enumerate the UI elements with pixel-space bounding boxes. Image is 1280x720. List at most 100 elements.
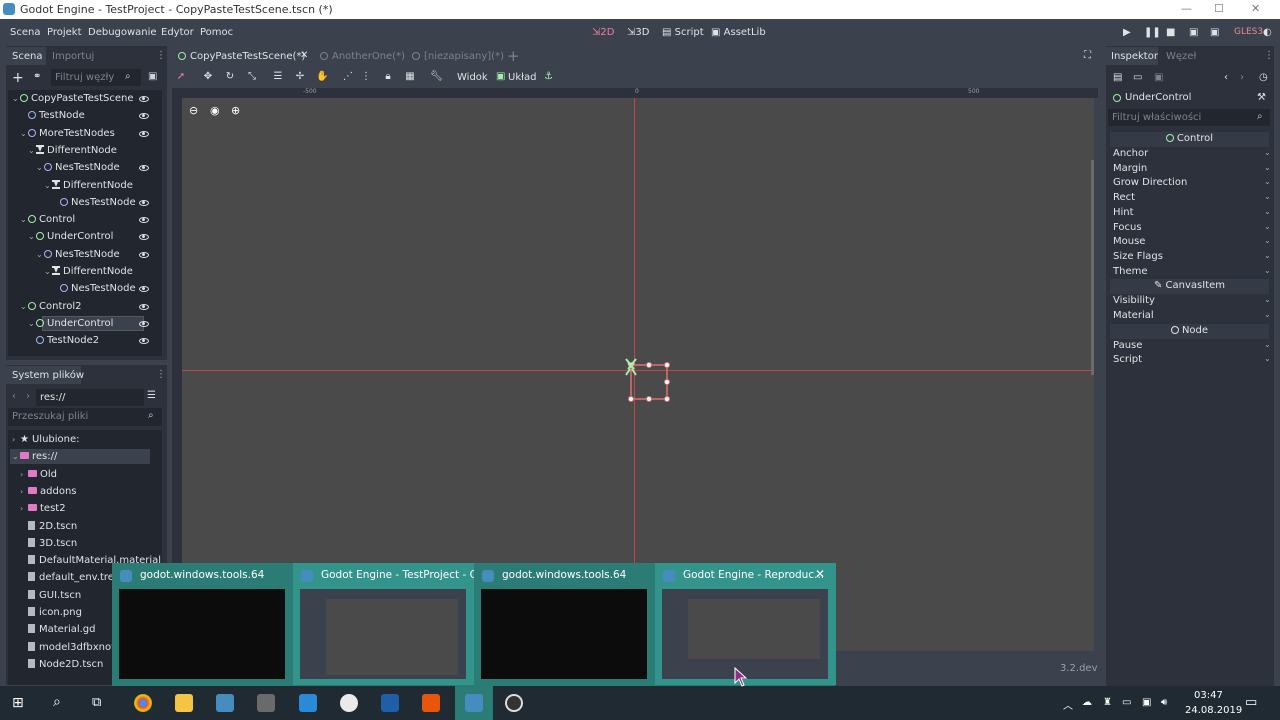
visibility-eye-icon[interactable]: [139, 303, 149, 310]
notifications-icon[interactable]: ▭: [1245, 695, 1257, 710]
new-tab-icon[interactable]: +: [507, 47, 520, 65]
inspector-property-group[interactable]: Focus ⌄: [1113, 222, 1271, 236]
add-node-icon[interactable]: +: [12, 70, 24, 86]
scene-tree-item[interactable]: TestNode2: [28, 335, 99, 352]
fs-item[interactable]: Node2D.tscn: [20, 658, 103, 676]
stop-icon[interactable]: ■: [1166, 27, 1175, 38]
inspector-property-group[interactable]: Pause ⌄: [1113, 340, 1271, 354]
expand-arrow-icon[interactable]: ›: [20, 504, 28, 513]
play-icon[interactable]: ▶: [1123, 27, 1131, 38]
mode-assetlib-button[interactable]: ▣ AssetLib: [711, 27, 766, 38]
expand-arrow-icon[interactable]: ⌄: [44, 181, 52, 190]
view-menu[interactable]: Widok: [457, 72, 488, 83]
distraction-free-icon[interactable]: ⛶: [1084, 50, 1091, 61]
inspector-property-group[interactable]: Size Flags ⌄: [1113, 251, 1271, 265]
back-icon[interactable]: ‹: [12, 391, 16, 402]
fs-item[interactable]: default_env.tres: [20, 572, 119, 589]
expand-arrow-icon[interactable]: ⌄: [28, 319, 36, 328]
fs-item[interactable]: ⌄ res://: [12, 451, 57, 468]
zoom-out-icon[interactable]: ⊖: [189, 104, 198, 117]
inspector-property-group[interactable]: Mouse ⌄: [1113, 236, 1271, 250]
mode-script-button[interactable]: ▤ Script: [662, 27, 704, 38]
fs-item[interactable]: 2D.tscn: [20, 520, 77, 538]
editor-tab-anotherone[interactable]: AnotherOne(*): [332, 51, 405, 62]
expand-arrow-icon[interactable]: ⌄: [20, 129, 28, 138]
menu-scene[interactable]: Scena: [10, 27, 40, 38]
dock-menu-icon[interactable]: ⋮: [156, 50, 166, 61]
screenshot-tool-icon[interactable]: [257, 694, 275, 712]
inspector-category[interactable]: ✎ CanvasItem: [1110, 279, 1269, 295]
task-view-icon[interactable]: ⧉: [92, 695, 101, 710]
volume-icon[interactable]: 🔊︎: [1161, 697, 1167, 708]
split-view-icon[interactable]: ☰: [147, 390, 156, 401]
pivot-icon[interactable]: ✢: [294, 71, 306, 83]
mode-3d-button[interactable]: ⇲3D: [627, 27, 649, 38]
expand-arrow-icon[interactable]: ›: [20, 470, 28, 479]
expand-arrow-icon[interactable]: ⌄: [12, 452, 20, 461]
expand-arrow-icon[interactable]: ⌄: [36, 250, 44, 259]
tab-scene[interactable]: Scena: [12, 51, 42, 62]
clock-time[interactable]: 03:47: [1194, 690, 1223, 701]
battery-icon[interactable]: ▭: [1122, 697, 1131, 708]
layout-menu[interactable]: Układ: [508, 72, 536, 83]
scene-tree-item[interactable]: ⌄ NesTestNode: [36, 249, 120, 266]
scene-tree-item[interactable]: NesTestNode: [52, 197, 136, 214]
search-icon[interactable]: ⌕: [53, 694, 61, 710]
node-filter-input[interactable]: Filtruj węzły ⌕: [51, 69, 141, 86]
maximize-icon[interactable]: ☐: [1214, 2, 1224, 15]
inspector-property-group[interactable]: Theme ⌄: [1113, 266, 1271, 280]
tab-inspector[interactable]: Inspektor: [1111, 51, 1158, 62]
zoom-reset-icon[interactable]: ◉: [210, 104, 220, 117]
snap-icon[interactable]: ⋰: [342, 71, 354, 83]
new-resource-icon[interactable]: ▤: [1113, 72, 1122, 83]
expand-arrow-icon[interactable]: ⌄: [20, 302, 28, 311]
history-forward-icon[interactable]: ›: [1240, 72, 1244, 83]
tray-icon-2[interactable]: ♜: [1103, 697, 1112, 708]
inspector-property-group[interactable]: Hint ⌄: [1113, 207, 1271, 221]
network-icon[interactable]: ▣: [1142, 697, 1151, 708]
fs-menu-icon[interactable]: ⋮: [156, 369, 166, 380]
tab-import[interactable]: Importuj: [52, 51, 94, 62]
inspector-property-group[interactable]: Material ⌄: [1113, 310, 1271, 324]
godot-icon[interactable]: [216, 694, 234, 712]
inspector-menu-icon[interactable]: ⋮: [1264, 50, 1274, 61]
snap-menu-icon[interactable]: ⋮: [360, 71, 372, 83]
scale-mode-icon[interactable]: ⤡: [246, 71, 258, 83]
expand-arrow-icon[interactable]: ⌄: [28, 146, 36, 155]
visibility-eye-icon[interactable]: [139, 251, 149, 258]
anchor-icon[interactable]: ⚓︎: [544, 71, 553, 82]
menu-project[interactable]: Projekt: [47, 27, 82, 38]
menu-editor[interactable]: Edytor: [161, 27, 194, 38]
scene-tree-item[interactable]: ⌄ DifferentNode: [44, 266, 133, 283]
tray-chevron-icon[interactable]: ︿: [1063, 697, 1073, 712]
fs-search-input[interactable]: Przeszukaj pliki ⌕: [8, 408, 162, 426]
scene-tree-item[interactable]: ⌄ MoreTestNodes: [20, 128, 115, 145]
visibility-eye-icon[interactable]: [139, 320, 149, 327]
inspector-category[interactable]: Control: [1110, 132, 1269, 147]
close-tab-icon[interactable]: ✕: [300, 50, 308, 61]
windows-start-icon[interactable]: ⊞: [12, 695, 24, 711]
preview-window-3[interactable]: godot.windows.tools.64: [474, 563, 655, 685]
inspector-property-group[interactable]: Grow Direction ⌄: [1113, 177, 1271, 191]
powershell-icon[interactable]: [381, 694, 399, 712]
menu-help[interactable]: Pomoc: [200, 27, 233, 38]
gitkraken-icon[interactable]: [340, 694, 358, 712]
close-preview-icon[interactable]: ✕: [815, 567, 825, 581]
obs-icon[interactable]: [505, 694, 523, 712]
inspector-category[interactable]: Node: [1110, 323, 1269, 339]
scene-tree-item[interactable]: ⌄ Control: [20, 214, 75, 231]
file-explorer-icon[interactable]: [175, 694, 193, 712]
open-resource-icon[interactable]: ▭: [1133, 72, 1142, 83]
vscode-icon[interactable]: [299, 694, 317, 712]
scene-tree-item[interactable]: ⌄ CopyPasteTestScene: [12, 93, 134, 110]
inspector-property-group[interactable]: Visibility ⌄: [1113, 295, 1271, 309]
select-mode-icon[interactable]: ➚: [175, 71, 187, 83]
expand-arrow-icon[interactable]: ⌄: [44, 267, 52, 276]
fs-item[interactable]: model3dfbxnow: [20, 641, 119, 659]
fs-item[interactable]: › addons: [20, 486, 77, 503]
pause-icon[interactable]: ❚❚: [1144, 27, 1161, 38]
inspector-property-group[interactable]: Rect ⌄: [1113, 192, 1271, 206]
scene-tree-item[interactable]: TestNode: [20, 110, 85, 127]
rotate-mode-icon[interactable]: ↻: [224, 71, 236, 83]
scene-tree-item[interactable]: ⌄ DifferentNode: [44, 179, 133, 197]
